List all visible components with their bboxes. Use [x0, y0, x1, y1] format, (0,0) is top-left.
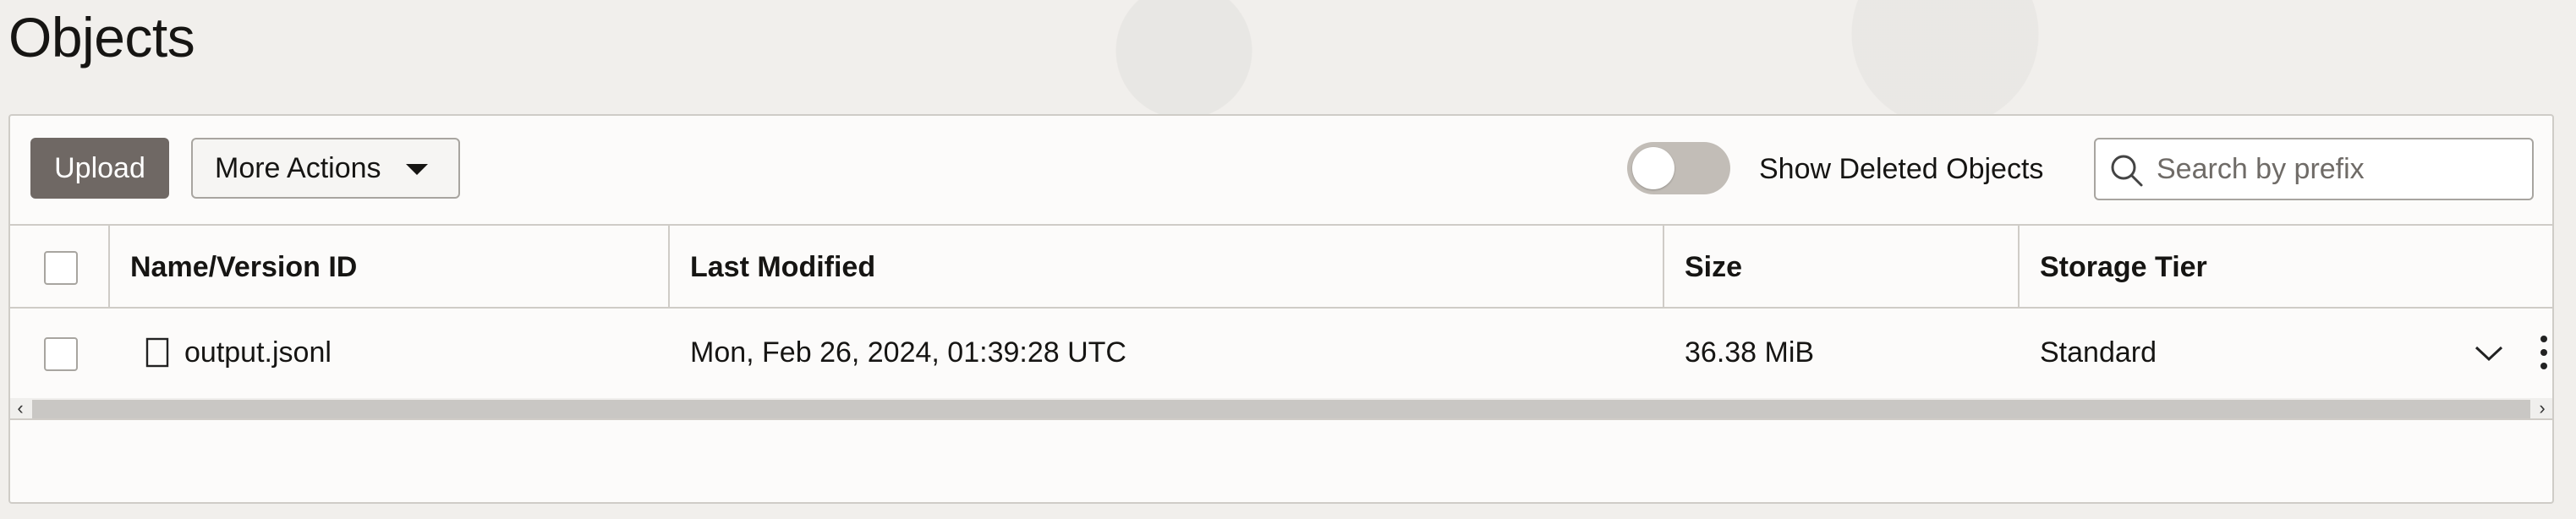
- last-modified-cell: Mon, Feb 26, 2024, 01:39:28 UTC: [690, 336, 1126, 369]
- show-deleted-label: Show Deleted Objects: [1759, 153, 2044, 185]
- search-box: [2094, 138, 2534, 200]
- horizontal-scrollbar[interactable]: ‹ ›: [10, 398, 2552, 420]
- more-actions-label: More Actions: [215, 151, 381, 184]
- toolbar: Upload More Actions Show Deleted Objects: [10, 116, 2552, 224]
- table-header: Name/Version ID Last Modified Size Stora…: [10, 224, 2552, 309]
- upload-button[interactable]: Upload: [30, 138, 169, 199]
- object-name-link[interactable]: output.jsonl: [176, 309, 666, 396]
- column-header-storage-tier[interactable]: Storage Tier: [2018, 226, 2441, 309]
- column-header-last-modified[interactable]: Last Modified: [668, 226, 1663, 309]
- storage-tier-cell: Standard: [2040, 336, 2157, 369]
- chevron-down-icon[interactable]: [2473, 339, 2505, 366]
- size-cell: 36.38 MiB: [1685, 336, 1815, 369]
- objects-panel: Upload More Actions Show Deleted Objects: [8, 114, 2554, 504]
- table-row: output.jsonl Mon, Feb 26, 2024, 01:39:28…: [10, 309, 2552, 396]
- row-checkbox[interactable]: [44, 337, 78, 371]
- objects-page: Objects Upload More Actions Show Deleted…: [0, 0, 2576, 519]
- show-deleted-toggle[interactable]: [1627, 142, 1730, 194]
- objects-table: Name/Version ID Last Modified Size Stora…: [10, 224, 2552, 396]
- caret-down-icon: [406, 164, 428, 175]
- column-header-size[interactable]: Size: [1663, 226, 2018, 309]
- search-input[interactable]: [2157, 148, 2520, 190]
- more-actions-button[interactable]: More Actions: [191, 138, 460, 199]
- select-all-checkbox[interactable]: [44, 251, 78, 285]
- scroll-left-arrow[interactable]: ‹: [10, 398, 30, 418]
- kebab-menu-icon[interactable]: [2537, 334, 2551, 371]
- column-header-name[interactable]: Name/Version ID: [108, 226, 668, 309]
- search-icon: [2111, 155, 2143, 187]
- file-icon: [145, 337, 169, 368]
- page-title: Objects: [8, 6, 195, 68]
- scroll-right-arrow[interactable]: ›: [2532, 398, 2552, 418]
- scrollbar-thumb[interactable]: [32, 400, 2530, 418]
- toggle-knob: [1632, 147, 1674, 189]
